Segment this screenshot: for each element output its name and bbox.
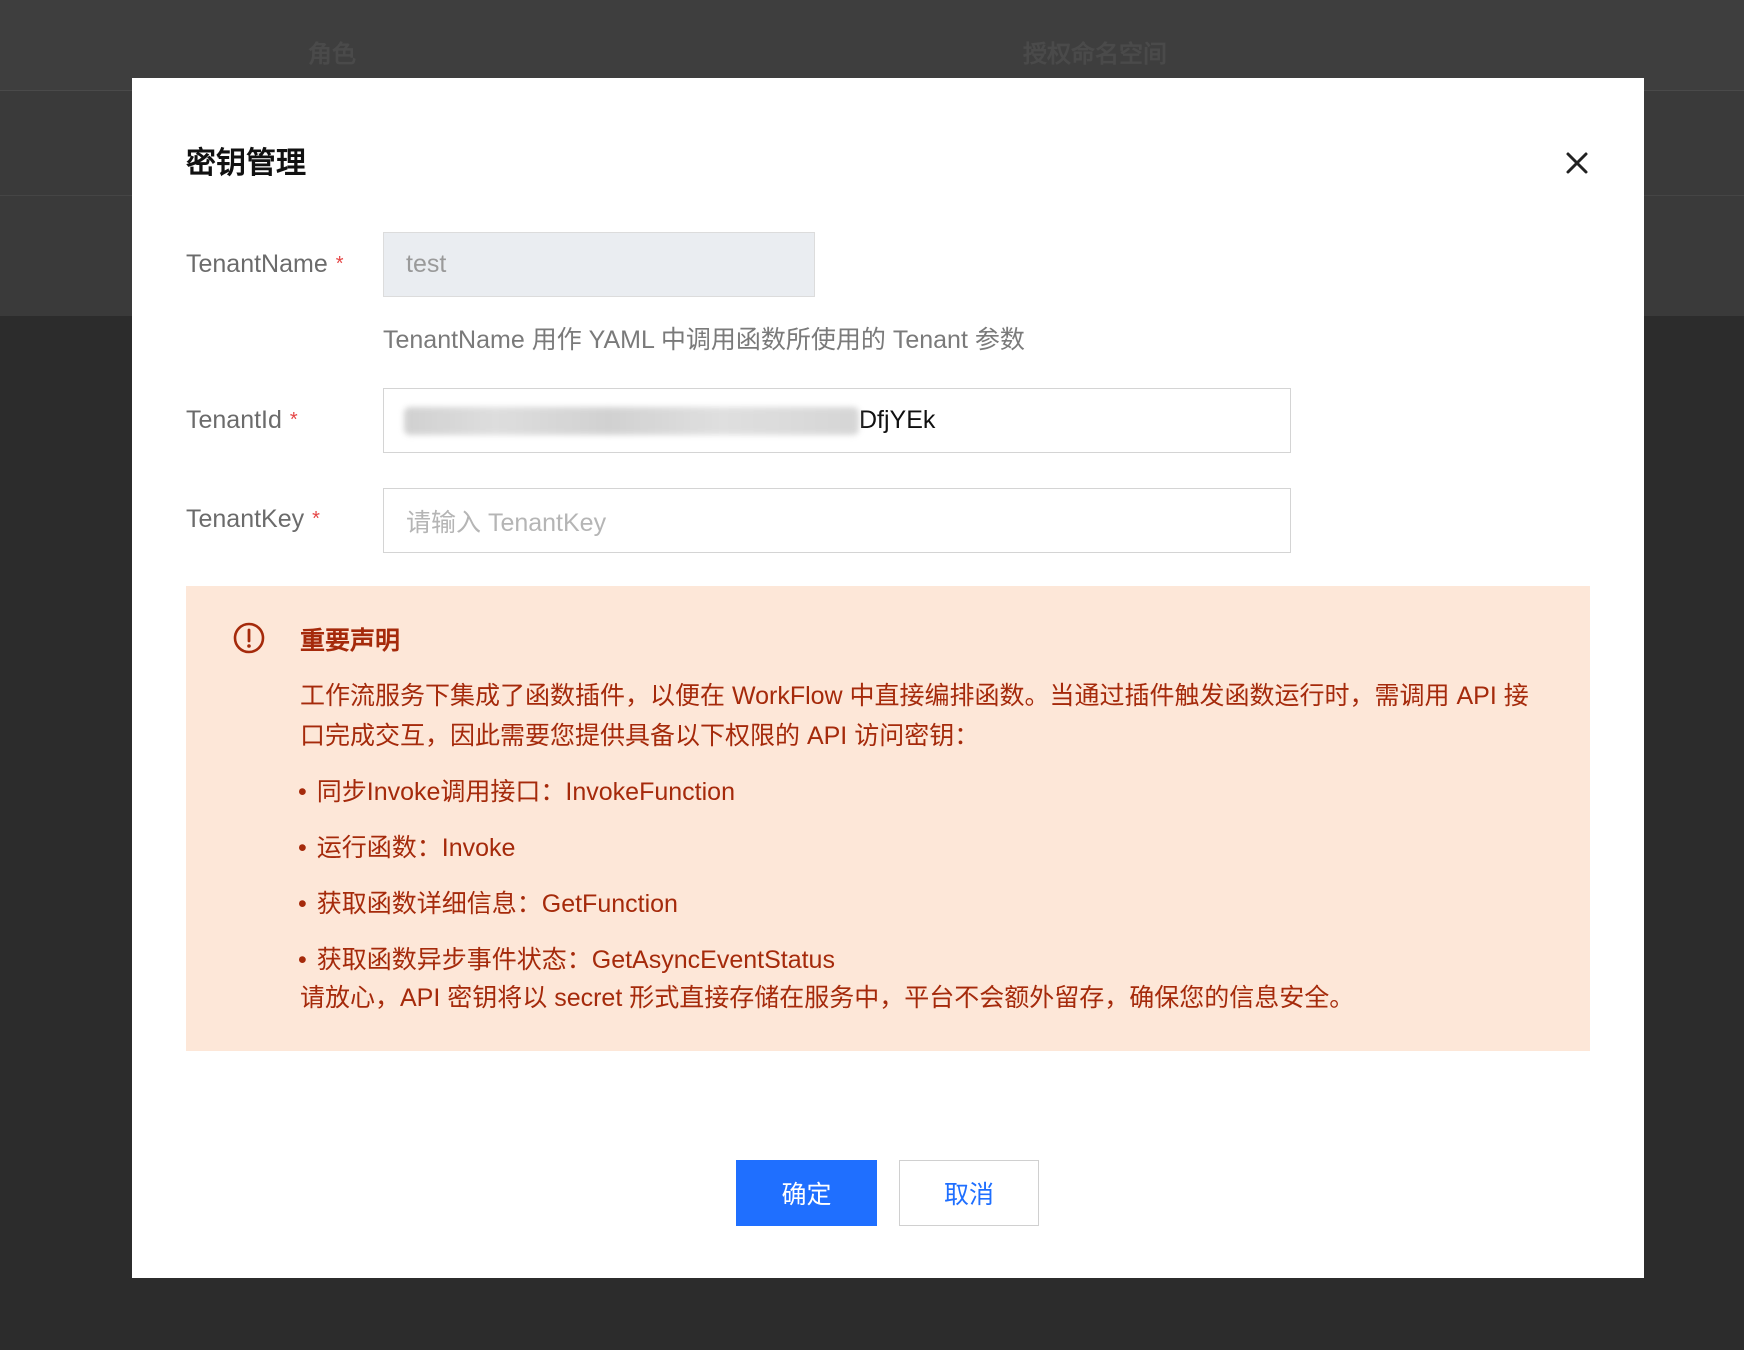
tenant-name-value: test <box>406 250 447 278</box>
list-item: 获取函数异步事件状态：GetAsyncEventStatus <box>298 940 835 976</box>
important-notice: 重要声明 工作流服务下集成了函数插件，以便在 WorkFlow 中直接编排函数。… <box>186 586 1590 1051</box>
tenant-key-placeholder: 请输入 TenantKey <box>406 508 607 537</box>
cancel-button[interactable]: 取消 <box>899 1160 1039 1226</box>
tenant-name-input[interactable]: test <box>383 232 815 297</box>
column-header-namespace: 授权命名空间 <box>1023 41 1167 68</box>
alert-circle-icon <box>232 621 266 655</box>
tenant-name-hint: TenantName 用作 YAML 中调用函数所使用的 Tenant 参数 <box>383 326 1025 354</box>
tenant-key-input[interactable]: 请输入 TenantKey <box>383 488 1291 553</box>
confirm-button[interactable]: 确定 <box>736 1160 877 1226</box>
list-item: 同步Invoke调用接口：InvokeFunction <box>298 772 735 808</box>
column-header-role: 角色 <box>308 41 356 68</box>
key-management-modal: 密钥管理 TenantName * test TenantName 用作 YAML… <box>132 78 1644 1278</box>
required-mark: * <box>312 508 320 530</box>
tenant-name-label: TenantName * <box>186 250 344 278</box>
list-item: 获取函数详细信息：GetFunction <box>298 884 678 920</box>
required-mark: * <box>335 253 344 275</box>
tenant-id-label: TenantId * <box>186 406 298 434</box>
list-item: 运行函数：Invoke <box>298 828 516 864</box>
close-icon[interactable] <box>1560 146 1594 180</box>
required-mark: * <box>289 409 298 431</box>
redacted-value <box>404 406 859 435</box>
tenant-id-input[interactable]: DfjYEk <box>383 388 1291 453</box>
tenant-key-label: TenantKey * <box>186 505 320 533</box>
tenant-id-value-suffix: DfjYEk <box>859 406 936 434</box>
notice-body: 工作流服务下集成了函数插件，以便在 WorkFlow 中直接编排函数。当通过插件… <box>300 682 1529 750</box>
modal-title: 密钥管理 <box>186 147 306 180</box>
notice-footer: 请放心，API 密钥将以 secret 形式直接存储在服务中，平台不会额外留存，… <box>300 984 1355 1012</box>
notice-title: 重要声明 <box>300 627 401 655</box>
